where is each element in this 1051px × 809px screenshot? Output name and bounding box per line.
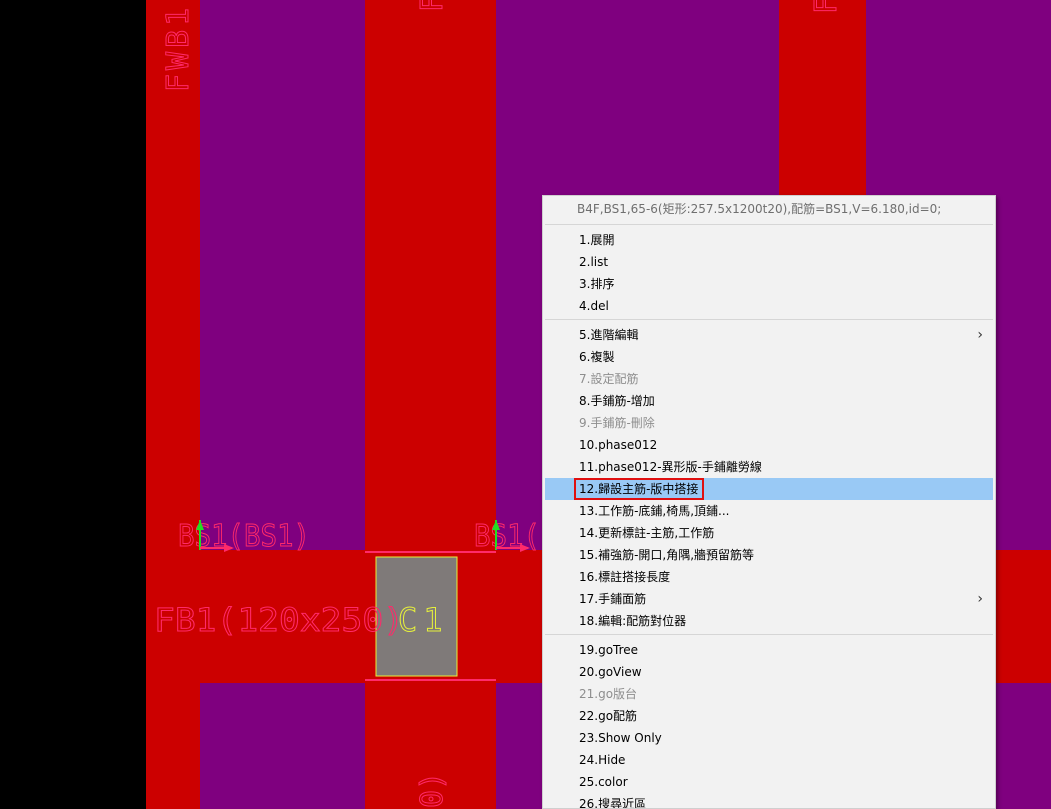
slab-label-bs1-left: BS1(BS1) bbox=[178, 519, 310, 554]
menu-item[interactable]: 11.phase012-異形版-手鋪離勞線 bbox=[545, 456, 993, 478]
menu-item[interactable]: 5.進階編輯 › bbox=[545, 324, 993, 346]
menu-item-label: 2.list bbox=[579, 255, 609, 269]
menu-item-label: 20.goView bbox=[579, 665, 642, 679]
menu-item[interactable]: 7.設定配筋 bbox=[545, 368, 993, 390]
menu-item[interactable]: 20.goView bbox=[545, 661, 993, 683]
menu-item-label: 19.goTree bbox=[579, 643, 639, 657]
menu-item-label: 24.Hide bbox=[579, 753, 626, 767]
menu-item-label: 26.搜尋近區 bbox=[579, 797, 647, 809]
menu-item-label: 7.設定配筋 bbox=[579, 372, 639, 386]
beam-label-f-top-center: F bbox=[415, 0, 450, 12]
column-label-c1: C1 bbox=[398, 601, 449, 639]
chevron-right-icon: › bbox=[977, 591, 983, 607]
context-menu[interactable]: B4F,BS1,65-6(矩形:257.5x1200t20),配筋=BS1,V=… bbox=[542, 195, 996, 809]
menu-item[interactable]: 17.手鋪面筋 › bbox=[545, 588, 993, 610]
menu-item-label: 8.手鋪筋-增加 bbox=[579, 394, 655, 408]
menu-item-label: 6.複製 bbox=[579, 350, 615, 364]
menu-item[interactable]: 15.補強筋-開口,角隅,牆預留筋等 bbox=[545, 544, 993, 566]
menu-item[interactable]: 13.工作筋-底鋪,椅馬,頂鋪... bbox=[545, 500, 993, 522]
beam-label-f-top-right: F bbox=[809, 0, 844, 14]
menu-item[interactable]: 4.del bbox=[545, 295, 993, 317]
menu-item-label: 10.phase012 bbox=[579, 438, 658, 452]
menu-item[interactable]: 19.goTree bbox=[545, 639, 993, 661]
menu-item-label: 15.補強筋-開口,角隅,牆預留筋等 bbox=[579, 548, 755, 562]
beam-label-bottom: 0) bbox=[415, 772, 450, 808]
context-menu-items: 1.展開 2.list 3.排序 4.del 5.進階編輯 › 6.複製 7.設定配筋 8.手鋪… bbox=[543, 229, 995, 809]
menu-item[interactable]: 3.排序 bbox=[545, 273, 993, 295]
menu-item[interactable]: 16.標註搭接長度 bbox=[545, 566, 993, 588]
menu-separator bbox=[545, 634, 993, 635]
beam-vertical-left[interactable] bbox=[146, 0, 200, 809]
menu-separator bbox=[545, 319, 993, 320]
menu-item-label: 16.標註搭接長度 bbox=[579, 570, 671, 584]
menu-item-label: 5.進階編輯 bbox=[579, 328, 639, 342]
menu-item-label: 25.color bbox=[579, 775, 628, 789]
menu-item-label: 17.手鋪面筋 bbox=[579, 592, 647, 606]
menu-item-label: 3.排序 bbox=[579, 277, 615, 291]
menu-item[interactable]: 10.phase012 bbox=[545, 434, 993, 456]
menu-item-label: 13.工作筋-底鋪,椅馬,頂鋪... bbox=[579, 504, 730, 518]
menu-item-label: 23.Show Only bbox=[579, 731, 662, 745]
menu-item-label: 1.展開 bbox=[579, 233, 615, 247]
menu-item-label: 12.歸設主筋-版中搭接 bbox=[573, 478, 705, 500]
menu-item-label: 18.編輯:配筋對位器 bbox=[579, 614, 687, 628]
menu-item[interactable]: 24.Hide bbox=[545, 749, 993, 771]
beam-label-fwb1: FWB1 bbox=[161, 4, 196, 92]
menu-item[interactable]: 2.list bbox=[545, 251, 993, 273]
menu-item[interactable]: 12.歸設主筋-版中搭接 bbox=[545, 478, 993, 500]
chevron-right-icon: › bbox=[977, 327, 983, 343]
context-menu-header: B4F,BS1,65-6(矩形:257.5x1200t20),配筋=BS1,V=… bbox=[577, 202, 942, 216]
menu-item[interactable]: 23.Show Only bbox=[545, 727, 993, 749]
menu-item[interactable]: 18.編輯:配筋對位器 bbox=[545, 610, 993, 632]
menu-item-label: 22.go配筋 bbox=[579, 709, 638, 723]
beam-vertical-center[interactable] bbox=[365, 0, 496, 809]
menu-item[interactable]: 22.go配筋 bbox=[545, 705, 993, 727]
menu-item[interactable]: 9.手鋪筋-刪除 bbox=[545, 412, 993, 434]
menu-item-label: 4.del bbox=[579, 299, 609, 313]
menu-item[interactable]: 14.更新標註-主筋,工作筋 bbox=[545, 522, 993, 544]
menu-item[interactable]: 21.go版台 bbox=[545, 683, 993, 705]
menu-item[interactable]: 26.搜尋近區 bbox=[545, 793, 993, 809]
menu-item[interactable]: 8.手鋪筋-增加 bbox=[545, 390, 993, 412]
menu-item[interactable]: 6.複製 bbox=[545, 346, 993, 368]
menu-item-label: 11.phase012-異形版-手鋪離勞線 bbox=[579, 460, 762, 474]
menu-separator bbox=[545, 224, 993, 225]
menu-item-label: 9.手鋪筋-刪除 bbox=[579, 416, 655, 430]
beam-label-fb1: FB1(120x250) bbox=[154, 601, 404, 639]
menu-item-label: 21.go版台 bbox=[579, 687, 638, 701]
menu-item-label: 14.更新標註-主筋,工作筋 bbox=[579, 526, 715, 540]
menu-item[interactable]: 25.color bbox=[545, 771, 993, 793]
menu-item[interactable]: 1.展開 bbox=[545, 229, 993, 251]
